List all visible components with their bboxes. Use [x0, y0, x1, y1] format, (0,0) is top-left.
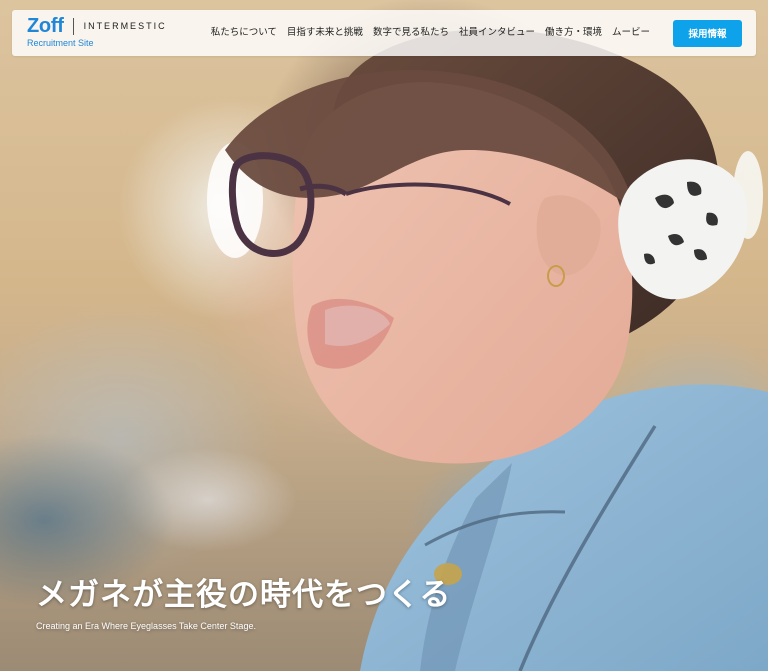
bangs: [225, 69, 635, 211]
brand-logo[interactable]: Zoff INTERMESTIC Recruitment Site: [27, 15, 207, 48]
scrunchie: [618, 159, 748, 300]
background-light: [207, 142, 263, 258]
lips: [307, 298, 394, 369]
hero-copy: メガネが主役の時代をつくる Creating an Era Where Eyeg…: [36, 580, 451, 631]
brand-subtitle: Recruitment Site: [27, 38, 94, 48]
brand-intermestic-logo: INTERMESTIC: [83, 21, 167, 31]
face: [292, 82, 633, 464]
nav-future-challenge[interactable]: 目指す未来と挑戦: [287, 28, 363, 38]
main-navigation: 私たちについて 目指す未来と挑戦 数字で見る私たち 社員インタビュー 働き方・環…: [211, 10, 742, 56]
nav-interviews[interactable]: 社員インタビュー: [459, 28, 535, 38]
background-light-right: [733, 151, 763, 239]
hero-title: メガネが主役の時代をつくる: [36, 577, 452, 613]
earring: [547, 265, 565, 287]
ear: [536, 195, 601, 276]
brand-zoff-logo: Zoff: [27, 15, 64, 37]
nav-numbers[interactable]: 数字で見る私たち: [373, 28, 449, 38]
lanyard-right: [518, 425, 657, 671]
brand-logo-row: Zoff INTERMESTIC: [27, 15, 207, 37]
brand-divider: [72, 17, 74, 35]
glasses-icon: [228, 152, 511, 257]
hero-subtitle: Creating an Era Where Eyeglasses Take Ce…: [36, 621, 256, 631]
nav-work-environment[interactable]: 働き方・環境: [545, 28, 602, 38]
site-header: Zoff INTERMESTIC Recruitment Site 私たちについ…: [12, 10, 756, 56]
nav-movie[interactable]: ムービー: [612, 28, 650, 38]
hero-section: Zoff INTERMESTIC Recruitment Site 私たちについ…: [0, 0, 768, 671]
jacket-fold: [420, 463, 512, 671]
recruitment-info-button[interactable]: 採用情報: [673, 19, 742, 47]
hair: [328, 29, 720, 364]
teeth: [325, 305, 390, 346]
hero-photo: [207, 29, 768, 671]
lanyard-left: [424, 510, 566, 547]
nav-about[interactable]: 私たちについて: [211, 28, 277, 38]
scrunchie-pattern: [644, 181, 718, 265]
